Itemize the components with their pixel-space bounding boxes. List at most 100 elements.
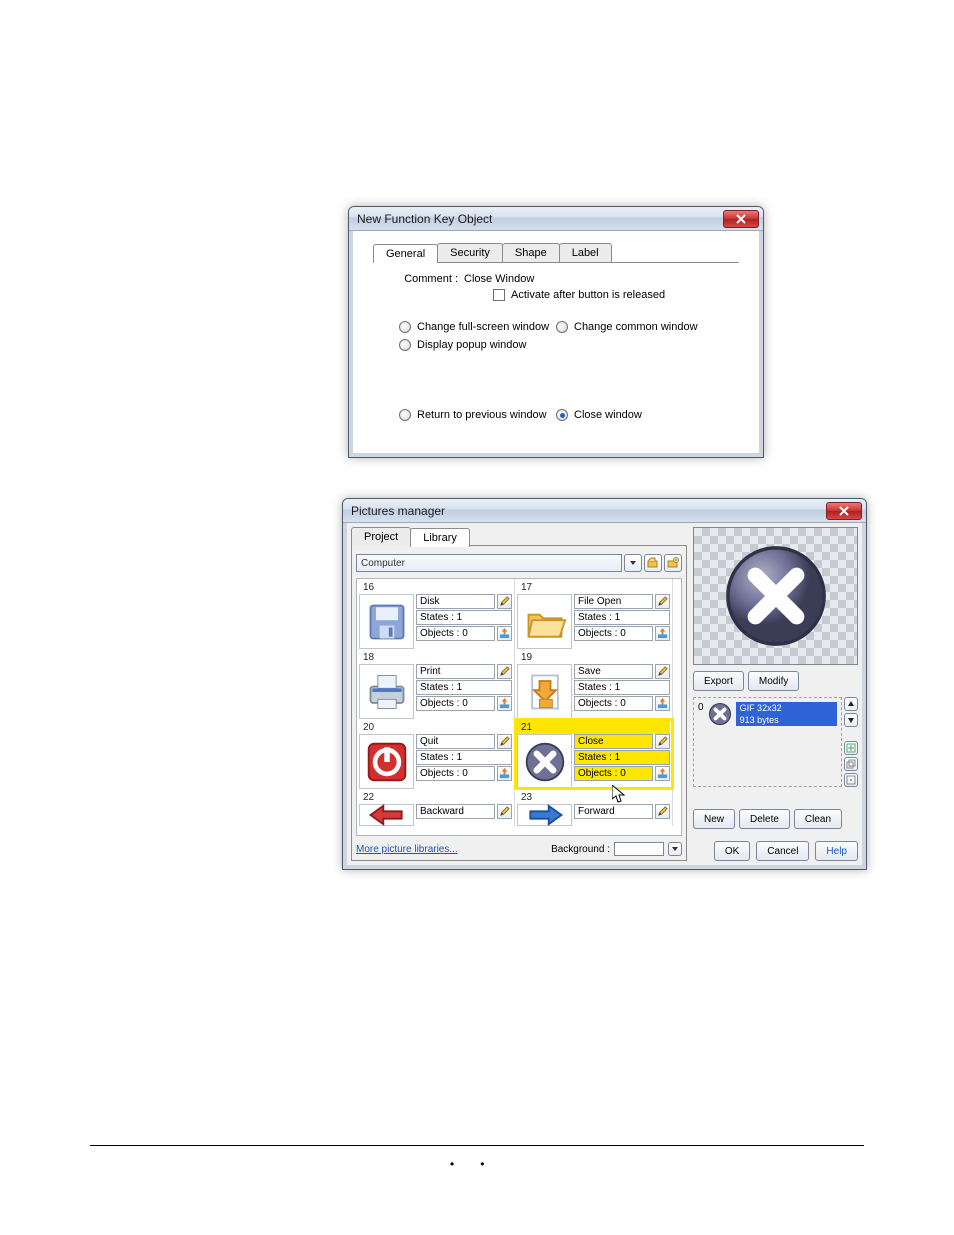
rename-icon[interactable] [497,664,512,679]
close-icon[interactable] [826,502,862,520]
pictures-manager-dialog: Pictures manager Project Library Compute… [342,498,867,870]
dialog-title: Pictures manager [351,504,445,518]
insert-icon[interactable] [655,696,670,711]
item-states: States : 1 [574,610,670,625]
more-libraries-link[interactable]: More picture libraries... [356,844,458,855]
insert-icon[interactable] [655,766,670,781]
tab-general[interactable]: General [373,244,438,263]
item-name: Close [574,734,653,749]
move-down-icon[interactable] [844,713,858,727]
item-objects: Objects : 0 [574,766,653,781]
item-objects: Objects : 0 [416,696,495,711]
insert-icon[interactable] [497,696,512,711]
grid-item[interactable]: 22Backward [357,789,515,826]
printer-icon [359,664,414,719]
item-objects: Objects : 0 [574,626,653,641]
close-icon[interactable] [723,210,759,228]
item-states: States : 1 [574,680,670,695]
expand-state-icon[interactable] [844,773,858,787]
state-info-line2: 913 bytes [736,714,837,726]
radio-popup[interactable] [399,339,411,351]
item-number: 18 [359,651,512,664]
clean-button[interactable]: Clean [794,809,842,829]
grid-item[interactable]: 20QuitStates : 1Objects : 0 [357,719,515,789]
state-index: 0 [698,702,704,713]
item-states: States : 1 [574,750,670,765]
item-number: 16 [359,581,512,594]
tab-project[interactable]: Project [351,527,411,546]
help-button[interactable]: Help [815,841,858,861]
item-name: Backward [416,804,495,819]
tab-shape[interactable]: Shape [502,243,560,262]
footer-bullets: •• [450,1157,510,1171]
rename-icon[interactable] [497,594,512,609]
disk-icon [359,594,414,649]
copy-state-icon[interactable] [844,757,858,771]
cancel-button[interactable]: Cancel [756,841,809,861]
library-path-dropdown[interactable]: Computer [356,554,622,572]
states-list[interactable]: 0 GIF 32x32 913 bytes [693,697,842,787]
grid-item[interactable]: 19SaveStates : 1Objects : 0 [515,649,673,719]
radio-fullscreen[interactable] [399,321,411,333]
rename-icon[interactable] [655,734,670,749]
delete-button[interactable]: Delete [739,809,790,829]
titlebar[interactable]: Pictures manager [343,499,866,523]
item-states: States : 1 [416,750,512,765]
rename-icon[interactable] [497,734,512,749]
back-icon [359,804,414,826]
tab-security[interactable]: Security [437,243,503,262]
add-state-icon[interactable] [844,741,858,755]
tab-bar: General Security Shape Label [373,243,739,263]
item-name: Save [574,664,653,679]
radio-common-label: Change common window [574,321,698,333]
ok-button[interactable]: OK [714,841,750,861]
insert-icon[interactable] [497,626,512,641]
item-name: File Open [574,594,653,609]
grid-item[interactable]: 21CloseStates : 1Objects : 0 [515,719,673,789]
item-objects: Objects : 0 [574,696,653,711]
background-label: Background : [551,844,610,855]
tab-label[interactable]: Label [559,243,612,262]
activate-checkbox[interactable] [493,289,505,301]
tab-library[interactable]: Library [410,528,470,547]
radio-popup-label: Display popup window [417,339,526,351]
grid-item[interactable]: 23Forward [515,789,673,826]
background-color-picker[interactable] [614,842,664,856]
item-number: 20 [359,721,512,734]
titlebar[interactable]: New Function Key Object [349,207,763,231]
library-open-icon[interactable] [644,554,662,572]
library-new-icon[interactable] [664,554,682,572]
rename-icon[interactable] [497,804,512,819]
item-states: States : 1 [416,610,512,625]
radio-close-label: Close window [574,409,642,421]
picture-grid[interactable]: 16DiskStates : 1Objects : 017File OpenSt… [356,578,682,836]
grid-item[interactable]: 17File OpenStates : 1Objects : 0 [515,579,673,649]
item-name: Disk [416,594,495,609]
new-button[interactable]: New [693,809,735,829]
dropdown-icon[interactable] [624,554,642,572]
radio-return-label: Return to previous window [417,409,547,421]
move-up-icon[interactable] [844,697,858,711]
rename-icon[interactable] [655,804,670,819]
dropdown-icon[interactable] [668,842,682,856]
item-number: 21 [517,721,670,734]
insert-icon[interactable] [655,626,670,641]
radio-fullscreen-label: Change full-screen window [417,321,549,333]
close-icon [721,541,831,651]
new-function-key-dialog: New Function Key Object General Security… [348,206,764,458]
comment-value: Close Window [464,273,534,285]
export-button[interactable]: Export [693,671,744,691]
radio-return[interactable] [399,409,411,421]
item-name: Quit [416,734,495,749]
radio-common[interactable] [556,321,568,333]
grid-item[interactable]: 16DiskStates : 1Objects : 0 [357,579,515,649]
radio-close[interactable] [556,409,568,421]
modify-button[interactable]: Modify [748,671,799,691]
rename-icon[interactable] [655,594,670,609]
fwd-icon [517,804,572,826]
footer-divider [90,1145,864,1146]
activate-label: Activate after button is released [511,289,665,301]
grid-item[interactable]: 18PrintStates : 1Objects : 0 [357,649,515,719]
insert-icon[interactable] [497,766,512,781]
rename-icon[interactable] [655,664,670,679]
